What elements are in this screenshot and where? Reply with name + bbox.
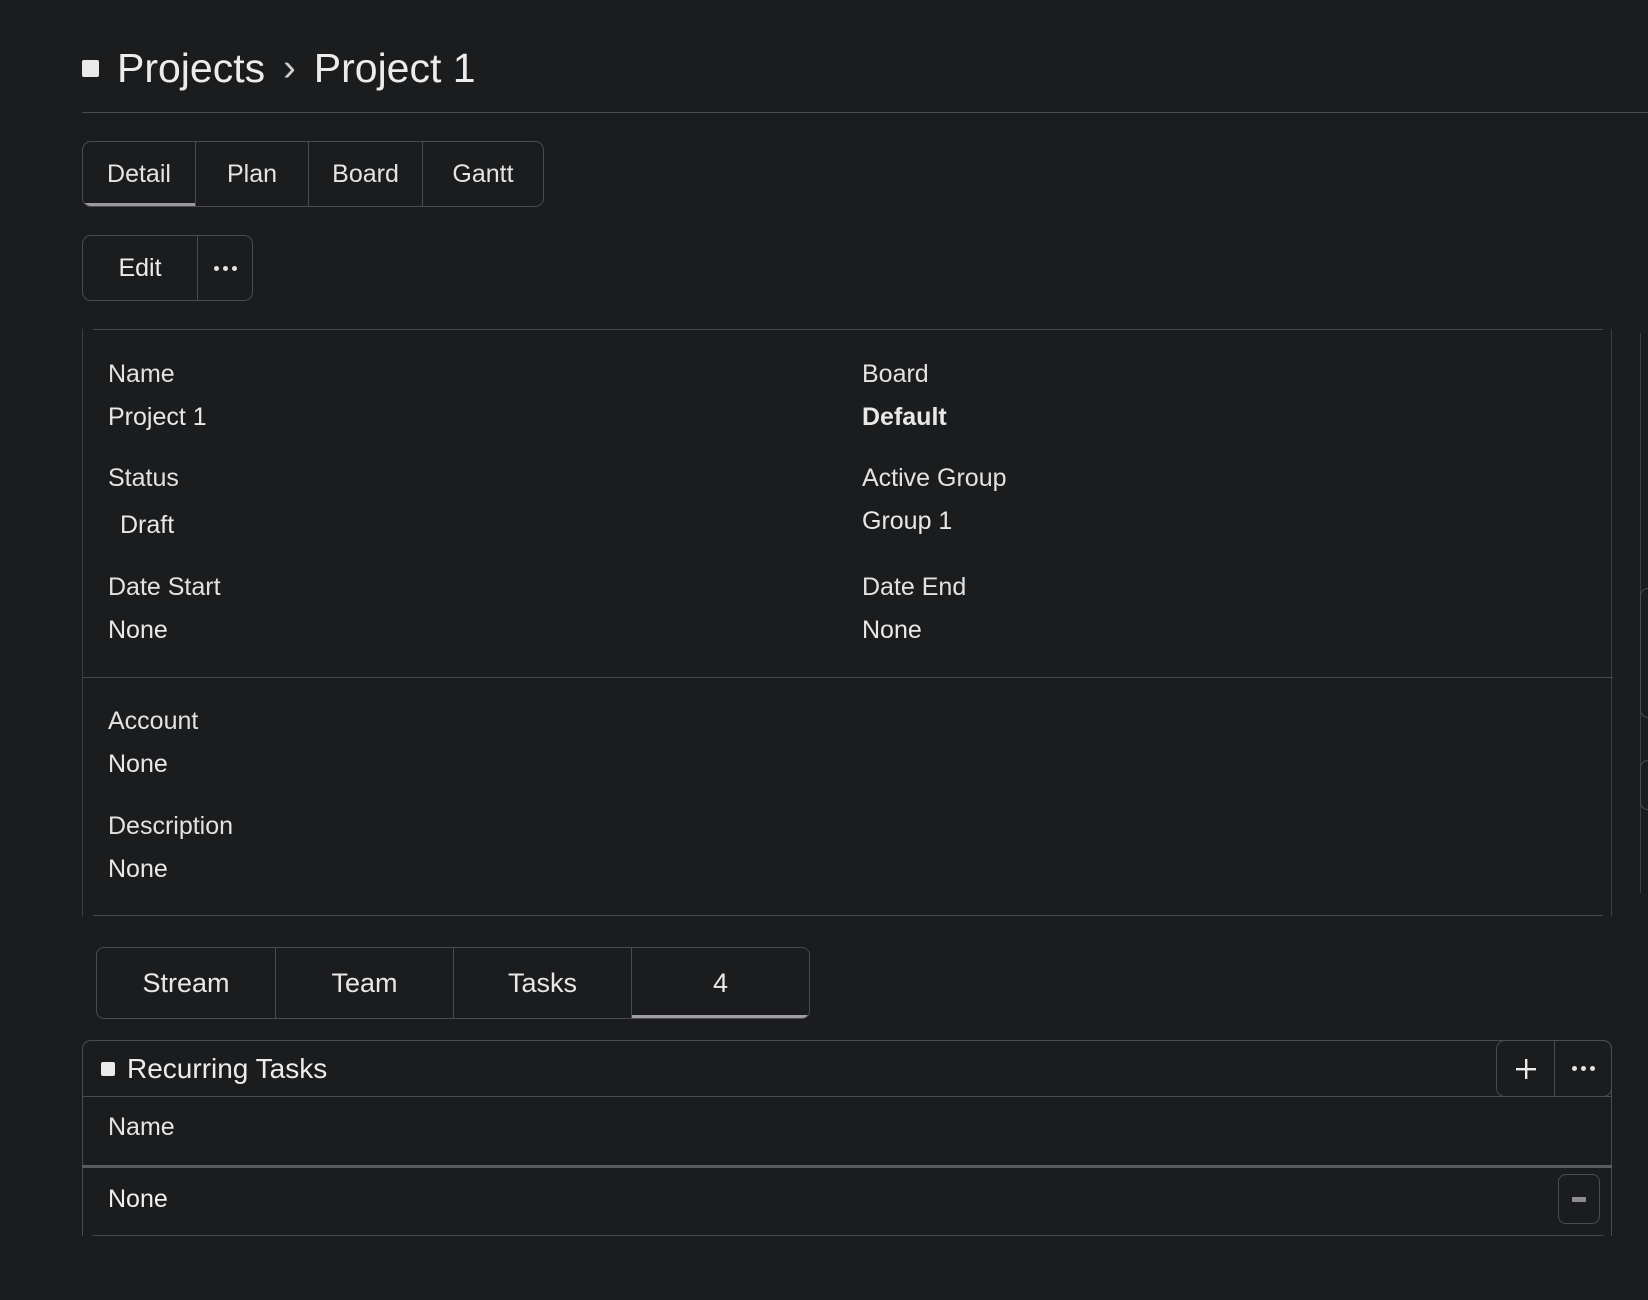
minus-icon	[1572, 1196, 1586, 1202]
page: Projects › Project 1 Detail Plan Board G…	[0, 0, 1648, 1300]
field-date-start-label: Date Start	[108, 573, 221, 601]
table-row: None	[108, 1185, 168, 1213]
recurring-tasks-panel: Recurring Tasks Name None	[82, 1040, 1612, 1236]
tab-team[interactable]: Team	[275, 948, 453, 1018]
detail-panel: Name Project 1 Board Default Status Draf…	[82, 329, 1613, 916]
tab-stream[interactable]: Stream	[97, 948, 275, 1018]
recurring-tasks-title-text[interactable]: Recurring Tasks	[127, 1053, 327, 1085]
panel-bottom-divider	[93, 915, 1603, 916]
field-date-start-value: None	[108, 616, 168, 644]
column-header-name[interactable]: Name	[108, 1113, 175, 1142]
side-button-edge[interactable]	[1640, 760, 1648, 810]
add-recurring-task-button[interactable]	[1497, 1041, 1554, 1096]
field-name-label: Name	[108, 360, 175, 388]
recurring-tasks-more-button[interactable]	[1554, 1041, 1611, 1096]
field-active-group-value: Group 1	[862, 507, 953, 535]
field-active-group-label: Active Group	[862, 464, 1007, 492]
field-date-end-label: Date End	[862, 573, 967, 601]
field-description-label: Description	[108, 812, 234, 840]
field-date-start: Date Start None	[108, 573, 221, 645]
field-date-end: Date End None	[862, 573, 966, 645]
field-board-value[interactable]: Default	[862, 403, 947, 432]
tab-board[interactable]: Board	[309, 142, 423, 206]
view-tabs: Detail Plan Board Gantt	[82, 141, 544, 207]
dots-horizontal-icon	[213, 265, 237, 271]
tab-gantt[interactable]: Gantt	[423, 142, 543, 206]
side-button-edge[interactable]	[1640, 588, 1648, 718]
header-divider	[82, 112, 1648, 113]
edit-button[interactable]: Edit	[83, 236, 197, 300]
field-account-label: Account	[108, 707, 199, 735]
tab-4[interactable]: 4	[631, 948, 809, 1018]
field-account: Account None	[108, 707, 198, 779]
field-status: Status Draft	[108, 464, 179, 540]
dots-horizontal-icon	[1571, 1066, 1595, 1071]
project-square-icon	[82, 59, 99, 77]
table-header-divider	[82, 1165, 1612, 1168]
recurring-tasks-buttons	[1496, 1040, 1612, 1097]
field-description-value: None	[108, 855, 168, 883]
panel-section-divider	[83, 677, 1613, 678]
field-active-group: Active Group Group 1	[862, 464, 1007, 536]
breadcrumb-separator: ›	[283, 46, 296, 89]
field-name: Name Project 1	[108, 360, 207, 432]
bottom-tabs: Stream Team Tasks 4	[96, 947, 810, 1019]
breadcrumb: Projects › Project 1	[82, 40, 476, 96]
breadcrumb-current: Project 1	[313, 44, 476, 91]
field-board: Board Default	[862, 360, 947, 432]
breadcrumb-root-link[interactable]: Projects	[117, 45, 265, 92]
field-name-value: Project 1	[108, 403, 207, 431]
square-icon	[101, 1061, 115, 1076]
action-buttons: Edit	[82, 235, 253, 301]
tab-tasks[interactable]: Tasks	[453, 948, 631, 1018]
field-board-label: Board	[862, 360, 929, 388]
field-date-end-value: None	[862, 616, 922, 644]
tab-detail[interactable]: Detail	[83, 142, 196, 206]
panel-top-divider	[93, 329, 1603, 330]
more-actions-button[interactable]	[197, 236, 252, 300]
status-badge: Draft	[120, 511, 175, 539]
field-status-label: Status	[108, 464, 179, 492]
field-description: Description None	[108, 812, 233, 884]
tab-plan[interactable]: Plan	[196, 142, 309, 206]
recurring-tasks-title: Recurring Tasks	[101, 1041, 327, 1096]
panel-bottom-divider	[92, 1235, 1604, 1236]
remove-row-button[interactable]	[1558, 1174, 1600, 1224]
field-account-value: None	[108, 750, 168, 778]
plus-icon	[1515, 1058, 1536, 1079]
